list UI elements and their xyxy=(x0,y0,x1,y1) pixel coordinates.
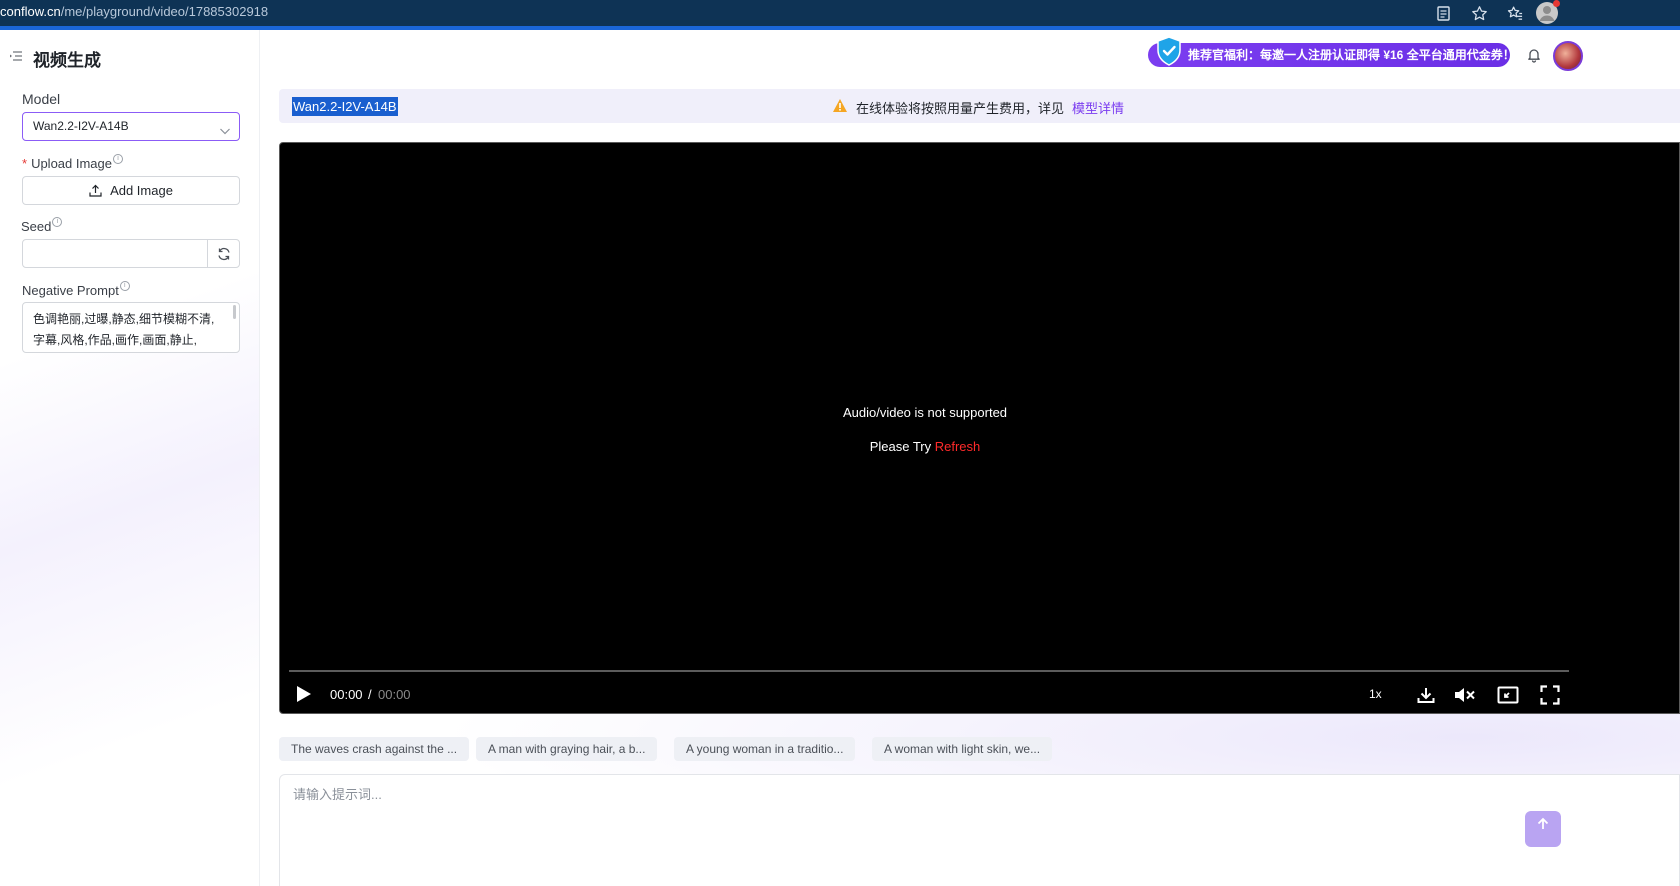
playback-speed-button[interactable]: 1x xyxy=(1369,687,1382,701)
info-icon[interactable]: i xyxy=(119,281,130,291)
model-label: Model xyxy=(22,91,61,107)
favorites-icon[interactable] xyxy=(1504,2,1526,24)
info-icon[interactable]: i xyxy=(113,154,124,164)
add-image-label: Add Image xyxy=(110,183,173,198)
picture-in-picture-icon[interactable] xyxy=(1497,685,1519,705)
download-icon[interactable] xyxy=(1416,685,1436,705)
refresh-link[interactable]: Refresh xyxy=(935,439,981,454)
negative-prompt-label: Negative Prompt i xyxy=(22,281,130,298)
prompt-input[interactable] xyxy=(279,774,1680,886)
total-time: 00:00 xyxy=(378,687,411,702)
suggestion-chip[interactable]: A man with graying hair, a b... xyxy=(476,737,658,761)
star-icon[interactable] xyxy=(1468,2,1490,24)
chevron-down-icon xyxy=(219,120,231,135)
suggestion-chip[interactable]: A woman with light skin, we... xyxy=(872,737,1053,761)
negative-prompt-textarea[interactable]: 色调艳丽,过曝,静态,细节模糊不清,字幕,风格,作品,画作,画面,静止, xyxy=(22,302,240,353)
textarea-scrollbar[interactable] xyxy=(233,305,236,319)
current-time: 00:00 xyxy=(330,687,363,702)
upload-image-label: * Upload Image i xyxy=(22,154,124,171)
model-select-value: Wan2.2-I2V-A14B xyxy=(33,119,129,133)
try-text: Please Try xyxy=(869,439,932,454)
notification-dot xyxy=(1553,0,1560,7)
collapse-menu-icon[interactable] xyxy=(10,50,22,62)
fullscreen-icon[interactable] xyxy=(1540,685,1560,705)
arrow-up-icon xyxy=(1537,817,1549,829)
browser-address-bar: conflow.cn/me/playground/video/178853029… xyxy=(0,0,1680,26)
url-host: conflow.cn xyxy=(0,4,61,19)
refresh-icon xyxy=(217,247,230,260)
page-title: 视频生成 xyxy=(33,51,101,70)
suggestion-chip[interactable]: The waves crash against the ... xyxy=(279,737,470,761)
mute-icon[interactable] xyxy=(1454,685,1475,705)
promo-banner[interactable]: 推荐官福利：每邀一人注册认证即得 ¥16 全平台通用代金券！ xyxy=(1148,43,1510,67)
seed-label-text: Seed xyxy=(21,219,52,234)
shield-check-icon xyxy=(1156,36,1182,66)
url-field[interactable]: conflow.cn/me/playground/video/178853029… xyxy=(0,4,268,19)
suggestion-chip[interactable]: A young woman in a traditio... xyxy=(674,737,856,761)
prompt-placeholder: 请输入提示词... xyxy=(293,787,382,802)
url-path: /me/playground/video/17885302918 xyxy=(60,4,269,19)
user-avatar[interactable] xyxy=(1553,41,1583,71)
time-separator: / xyxy=(368,687,372,702)
info-icon[interactable]: i xyxy=(52,217,63,227)
video-progress-bar[interactable] xyxy=(289,670,1569,672)
model-name-tag: Wan2.2-I2V-A14B xyxy=(292,97,398,116)
upload-icon xyxy=(89,184,102,197)
add-image-button[interactable]: Add Image xyxy=(22,176,240,205)
seed-input[interactable] xyxy=(22,239,208,268)
video-player[interactable] xyxy=(279,142,1680,714)
send-button[interactable] xyxy=(1525,811,1561,847)
reader-mode-icon[interactable] xyxy=(1432,2,1454,24)
profile-icon[interactable] xyxy=(1536,0,1560,24)
negative-prompt-label-text: Negative Prompt xyxy=(22,283,119,298)
model-select[interactable]: Wan2.2-I2V-A14B xyxy=(22,112,240,141)
required-marker: * xyxy=(22,156,28,171)
upload-image-label-text: Upload Image xyxy=(31,156,113,171)
bell-icon[interactable] xyxy=(1526,47,1542,63)
warning-icon xyxy=(832,98,848,113)
seed-refresh-button[interactable] xyxy=(207,239,240,268)
seed-label: Seed i xyxy=(21,217,63,234)
play-icon[interactable] xyxy=(296,685,312,703)
video-error-message: Audio/video is not supported xyxy=(842,405,1008,420)
model-details-link[interactable]: 模型详情 xyxy=(1072,98,1124,117)
notice-text: 在线体验将按照用量产生费用，详见 xyxy=(856,101,1065,116)
video-try-message: Please Try Refresh xyxy=(760,439,1090,454)
